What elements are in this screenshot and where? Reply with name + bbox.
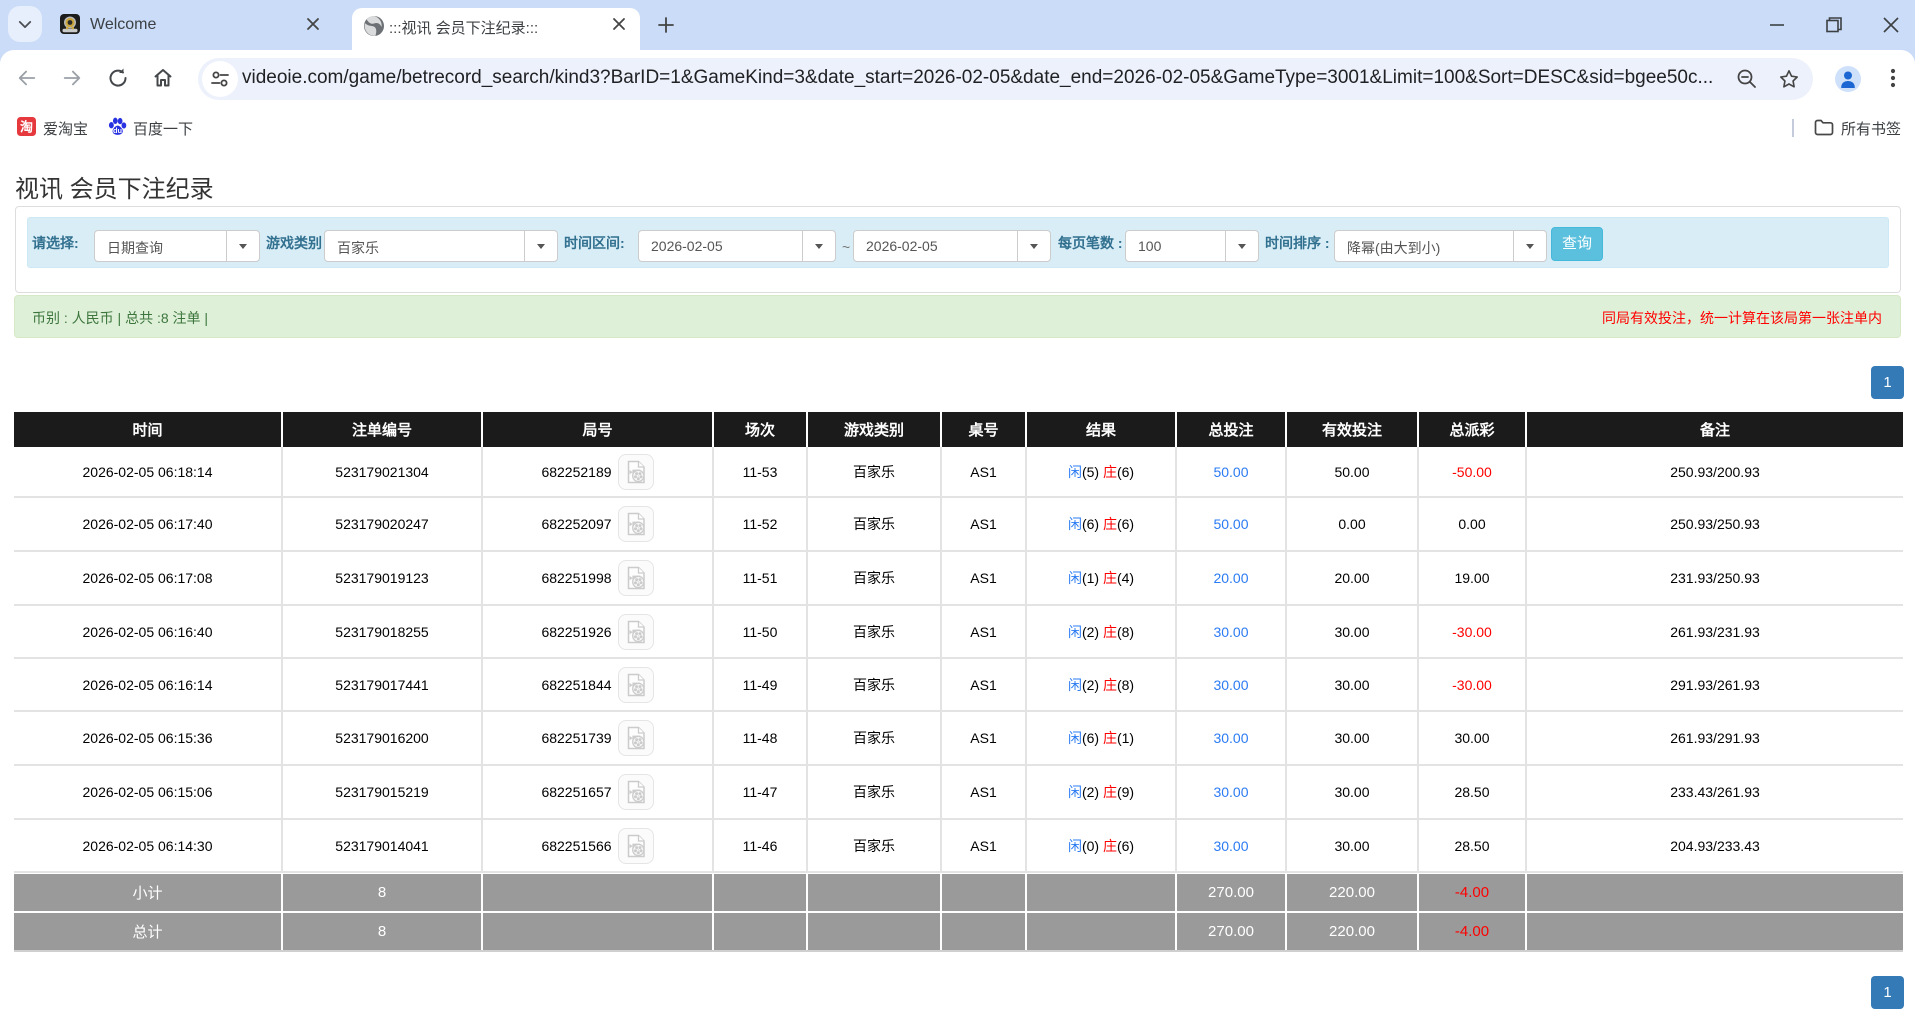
svg-text:淘: 淘 bbox=[20, 120, 33, 135]
svg-text:du: du bbox=[113, 126, 123, 135]
